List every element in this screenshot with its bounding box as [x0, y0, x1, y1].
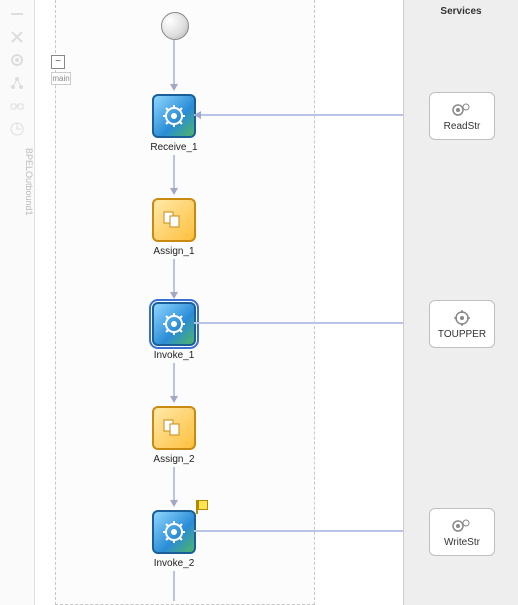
service-gear-icon — [450, 309, 474, 327]
activity-label: Assign_2 — [124, 454, 224, 465]
service-readstr[interactable]: ReadStr — [429, 92, 495, 140]
flow-line — [173, 571, 175, 601]
flow-line — [173, 40, 175, 88]
activity-label: Assign_1 — [124, 246, 224, 257]
arrow-left-icon — [194, 111, 201, 119]
toolbar-vertical-label: BPELOutbound1 — [0, 148, 34, 216]
gear-icon — [162, 104, 186, 128]
link-icon[interactable] — [8, 97, 26, 115]
toggle-icon[interactable] — [8, 120, 26, 138]
copy-icon — [162, 210, 186, 230]
services-title: Services — [404, 0, 518, 23]
service-gear-icon — [450, 101, 474, 119]
x-icon[interactable] — [8, 28, 26, 46]
services-panel: Services ReadStr TOUPPER WriteStr — [403, 0, 518, 605]
flow-line — [173, 467, 175, 503]
minus-icon[interactable] — [8, 5, 26, 23]
service-label: TOUPPER — [438, 329, 486, 340]
collapse-button[interactable]: − — [51, 55, 65, 69]
gear-icon — [162, 312, 186, 336]
gear-icon[interactable] — [8, 51, 26, 69]
flow-line — [173, 259, 175, 295]
service-gear-icon — [450, 517, 474, 535]
arrow-down-icon — [170, 500, 178, 507]
invoke-activity-1[interactable] — [152, 302, 196, 346]
arrow-down-icon — [170, 188, 178, 195]
start-node[interactable] — [161, 12, 189, 40]
flag-icon — [196, 500, 208, 514]
wire-writestr — [194, 530, 428, 532]
invoke-activity-2[interactable] — [152, 510, 196, 554]
arrow-down-icon — [170, 292, 178, 299]
flow-line — [173, 155, 175, 191]
bpel-canvas[interactable]: − main Receive_1 Assign_1 Invoke_1 — [35, 0, 403, 605]
service-label: ReadStr — [444, 121, 481, 132]
activity-label: Receive_1 — [124, 142, 224, 153]
main-scope: − main Receive_1 Assign_1 Invoke_1 — [55, 0, 315, 605]
service-toupper[interactable]: TOUPPER — [429, 300, 495, 348]
receive-activity[interactable] — [152, 94, 196, 138]
arrow-down-icon — [170, 84, 178, 91]
service-label: WriteStr — [444, 537, 480, 548]
wire-toupper — [194, 322, 428, 324]
gear-icon — [162, 520, 186, 544]
copy-icon — [162, 418, 186, 438]
scope-label: main — [51, 72, 71, 85]
arrow-down-icon — [170, 396, 178, 403]
assign-activity-2[interactable] — [152, 406, 196, 450]
flow-line — [173, 363, 175, 399]
activity-label: Invoke_2 — [124, 558, 224, 569]
left-toolbar: BPELOutbound1 — [0, 0, 35, 605]
node-icon[interactable] — [8, 74, 26, 92]
assign-activity-1[interactable] — [152, 198, 196, 242]
wire-readstr — [194, 114, 428, 116]
activity-label: Invoke_1 — [124, 350, 224, 361]
service-writestr[interactable]: WriteStr — [429, 508, 495, 556]
